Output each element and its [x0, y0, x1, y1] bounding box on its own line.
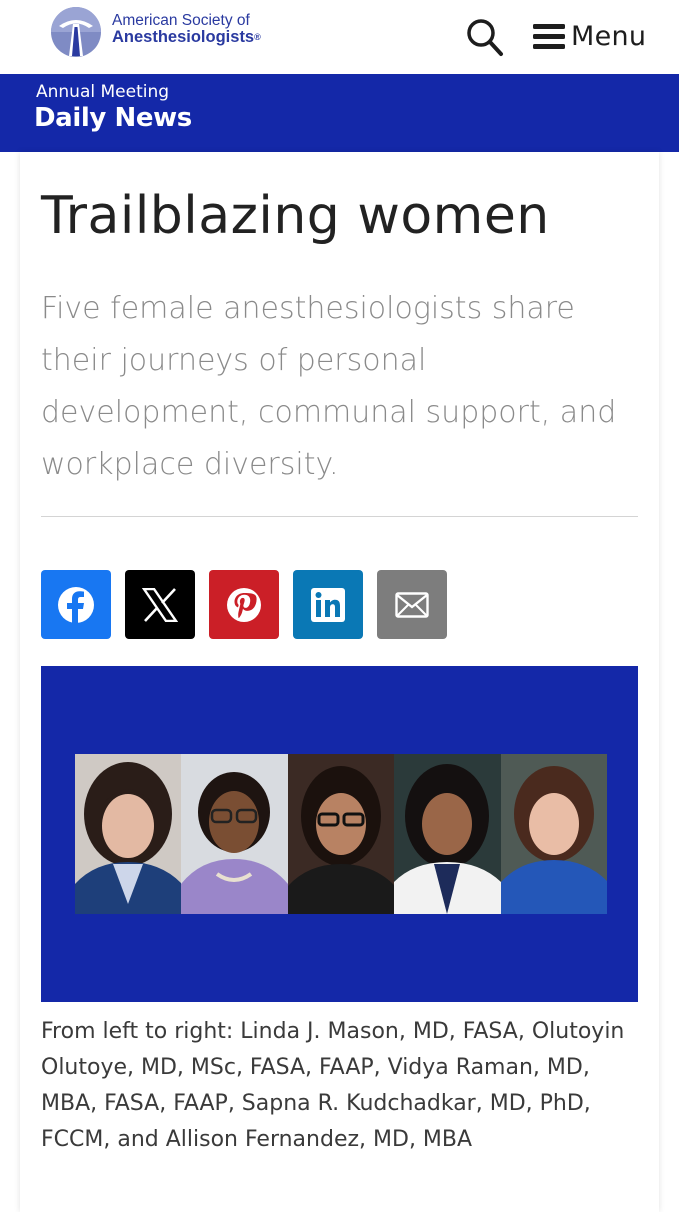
- share-pinterest-button[interactable]: [209, 570, 279, 639]
- daily-news-banner[interactable]: Annual Meeting Daily News: [0, 74, 679, 152]
- portrait-1: [75, 754, 182, 914]
- linkedin-icon: [311, 587, 345, 622]
- banner-subtitle: Annual Meeting: [36, 82, 170, 102]
- article-title: Trailblazing women: [41, 186, 550, 246]
- share-email-button[interactable]: [377, 570, 447, 639]
- envelope-icon: [395, 591, 429, 618]
- hamburger-icon: [533, 23, 565, 49]
- x-icon: [142, 587, 178, 622]
- search-button[interactable]: [466, 18, 504, 58]
- article-dek: Five female anesthesiologists share thei…: [41, 291, 617, 482]
- org-name-line1: American Society of: [112, 12, 250, 29]
- facebook-icon: [58, 586, 94, 624]
- site-header: American Society of Anesthesiologists® M…: [0, 0, 679, 74]
- pinterest-icon: [227, 587, 261, 622]
- org-name-line2: Anesthesiologists®: [112, 28, 261, 46]
- menu-label: Menu: [571, 20, 647, 52]
- share-bar: [41, 570, 447, 639]
- share-x-button[interactable]: [125, 570, 195, 639]
- portrait-4: [394, 754, 501, 914]
- search-icon: [467, 19, 503, 56]
- share-facebook-button[interactable]: [41, 570, 111, 639]
- menu-button[interactable]: Menu: [533, 14, 658, 58]
- portrait-3: [287, 754, 395, 914]
- asa-logo[interactable]: [49, 6, 103, 58]
- portrait-2: [181, 754, 288, 914]
- portrait-strip: [75, 754, 607, 914]
- asa-wordmark[interactable]: American Society of Anesthesiologists®: [112, 12, 261, 46]
- share-linkedin-button[interactable]: [293, 570, 363, 639]
- banner-title: Daily News: [34, 103, 192, 133]
- portrait-5: [500, 754, 607, 914]
- image-caption: From left to right: Linda J. Mason, MD, …: [41, 1019, 625, 1152]
- divider: [41, 516, 638, 517]
